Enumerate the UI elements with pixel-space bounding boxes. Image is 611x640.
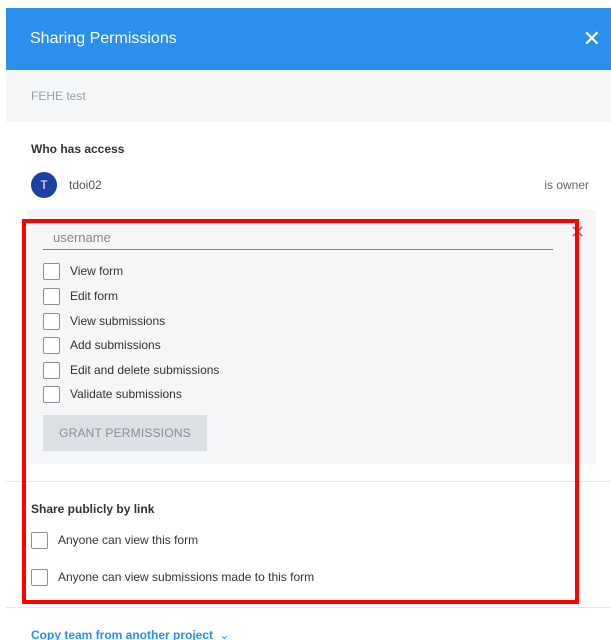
perm-label: Edit and delete submissions: [70, 363, 220, 377]
perm-label: Validate submissions: [70, 387, 182, 401]
close-icon[interactable]: ✕: [583, 28, 601, 50]
checkbox-edit-delete-submissions[interactable]: [43, 361, 60, 379]
perm-view-form[interactable]: View form: [43, 262, 123, 280]
perm-edit-form[interactable]: Edit form: [43, 287, 118, 305]
who-has-access-heading: Who has access: [31, 142, 125, 156]
public-option-label: Anyone can view submissions made to this…: [58, 570, 315, 584]
share-publicly-heading: Share publicly by link: [31, 502, 155, 516]
owner-username: tdoi02: [69, 178, 102, 192]
checkbox-edit-form[interactable]: [43, 287, 60, 305]
checkbox-validate-submissions[interactable]: [43, 385, 60, 403]
form-name-bar: FEHE test: [6, 70, 611, 122]
checkbox-view-form[interactable]: [43, 262, 60, 280]
remove-user-icon[interactable]: ✕: [570, 223, 585, 241]
dialog-header: Sharing Permissions ✕: [6, 8, 611, 70]
footer-divider: [6, 607, 611, 608]
grant-permissions-button[interactable]: GRANT PERMISSIONS: [43, 415, 207, 451]
chevron-down-icon: ⌄: [219, 628, 230, 640]
copy-team-link[interactable]: Copy team from another project ⌄: [31, 628, 229, 640]
owner-row: T tdoi02 is owner: [31, 171, 589, 199]
perm-add-submissions[interactable]: Add submissions: [43, 336, 161, 354]
perm-label: Edit form: [70, 289, 119, 303]
copy-team-label: Copy team from another project: [31, 628, 214, 640]
checkbox-public-view-form[interactable]: [31, 531, 48, 549]
section-divider: [6, 481, 611, 482]
perm-validate-submissions[interactable]: Validate submissions: [43, 385, 182, 403]
perm-edit-delete-submissions[interactable]: Edit and delete submissions: [43, 361, 219, 379]
public-view-submissions-option[interactable]: Anyone can view submissions made to this…: [31, 568, 314, 586]
form-name: FEHE test: [31, 89, 86, 103]
avatar: T: [31, 172, 57, 198]
perm-label: Add submissions: [70, 338, 161, 352]
public-option-label: Anyone can view this form: [58, 533, 199, 547]
checkbox-public-view-submissions[interactable]: [31, 568, 48, 586]
perm-label: View submissions: [70, 314, 166, 328]
checkbox-add-submissions[interactable]: [43, 336, 60, 354]
dialog-title: Sharing Permissions: [30, 30, 177, 47]
username-input[interactable]: [43, 226, 553, 250]
public-view-form-option[interactable]: Anyone can view this form: [31, 531, 198, 549]
perm-view-submissions[interactable]: View submissions: [43, 312, 165, 330]
perm-label: View form: [70, 264, 124, 278]
owner-role: is owner: [544, 178, 589, 192]
checkbox-view-submissions[interactable]: [43, 312, 60, 330]
